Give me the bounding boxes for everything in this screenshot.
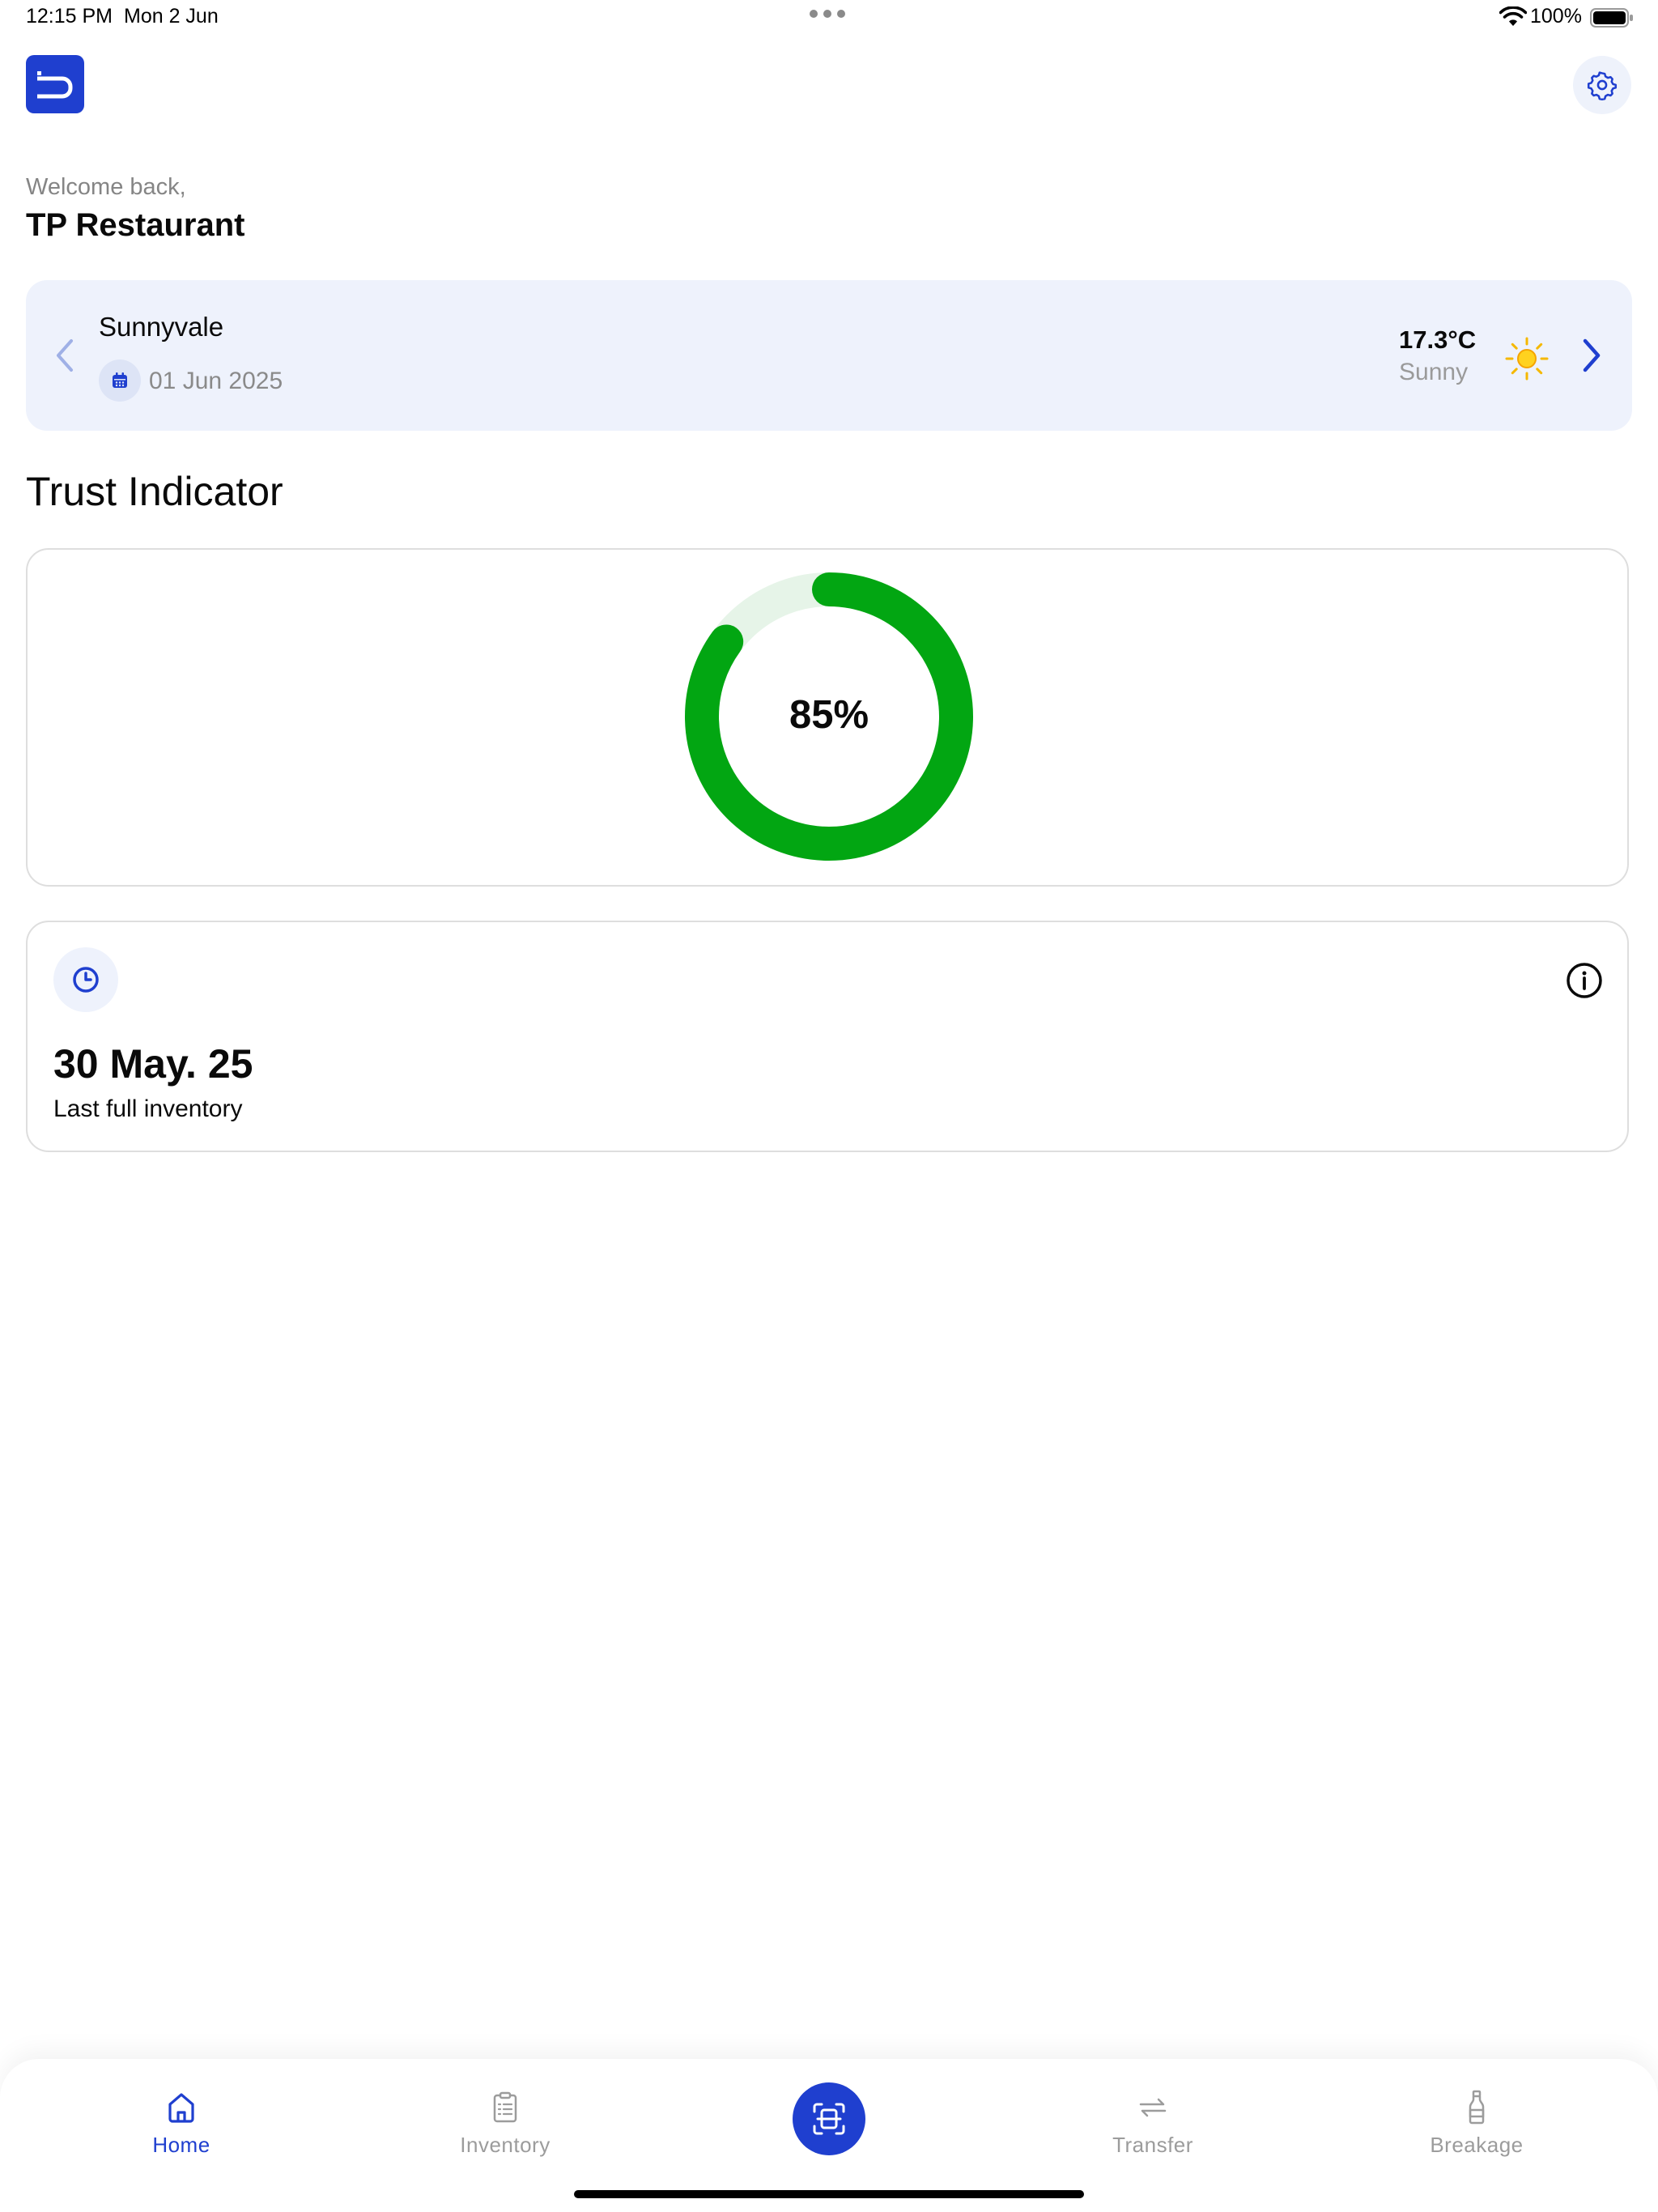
clock-icon bbox=[53, 947, 118, 1012]
scan-button[interactable] bbox=[793, 2082, 865, 2155]
calendar-icon bbox=[99, 359, 141, 402]
home-indicator bbox=[574, 2190, 1084, 2198]
last-inventory-label: Last full inventory bbox=[53, 1095, 243, 1122]
trust-indicator-title: Trust Indicator bbox=[26, 469, 283, 514]
temperature: 17.3°C bbox=[1399, 325, 1477, 354]
battery-icon bbox=[1590, 8, 1633, 28]
tab-breakage[interactable]: Breakage bbox=[1380, 2089, 1574, 2158]
bottle-icon bbox=[1469, 2090, 1485, 2125]
tab-label-home: Home bbox=[152, 2133, 210, 2157]
chevron-right-icon[interactable] bbox=[1577, 335, 1605, 376]
trust-percentage: 85% bbox=[789, 693, 869, 737]
restaurant-name: TP Restaurant bbox=[26, 207, 245, 243]
location-card[interactable] bbox=[26, 280, 1632, 431]
battery-percent: 100% bbox=[1530, 5, 1582, 28]
last-inventory-card[interactable] bbox=[26, 921, 1629, 1152]
chevron-left-icon[interactable] bbox=[50, 336, 79, 375]
multitasking-dots-icon[interactable] bbox=[810, 10, 847, 21]
app-logo-icon bbox=[26, 55, 84, 113]
clipboard-icon bbox=[493, 2091, 517, 2123]
welcome-text: Welcome back, bbox=[26, 174, 186, 200]
info-icon[interactable] bbox=[1565, 961, 1604, 1000]
location-date: 01 Jun 2025 bbox=[149, 368, 283, 394]
tab-label-transfer: Transfer bbox=[1112, 2133, 1193, 2157]
gear-icon bbox=[1587, 71, 1618, 100]
sun-icon bbox=[1505, 337, 1549, 381]
scan-icon bbox=[813, 2103, 845, 2135]
settings-button[interactable] bbox=[1573, 56, 1631, 114]
status-date: Mon 2 Jun bbox=[124, 5, 219, 28]
weather-condition: Sunny bbox=[1399, 359, 1469, 385]
home-icon bbox=[168, 2093, 194, 2123]
last-inventory-date: 30 May. 25 bbox=[53, 1041, 253, 1087]
location-name: Sunnyvale bbox=[99, 312, 224, 342]
tab-transfer[interactable]: Transfer bbox=[1056, 2089, 1250, 2158]
wifi-icon bbox=[1499, 6, 1527, 26]
tab-label-inventory: Inventory bbox=[460, 2133, 551, 2157]
tab-inventory[interactable]: Inventory bbox=[408, 2089, 602, 2158]
transfer-icon bbox=[1139, 2098, 1167, 2117]
status-time: 12:15 PM bbox=[26, 5, 113, 28]
tab-label-breakage: Breakage bbox=[1430, 2133, 1524, 2157]
tab-home[interactable]: Home bbox=[84, 2089, 278, 2158]
